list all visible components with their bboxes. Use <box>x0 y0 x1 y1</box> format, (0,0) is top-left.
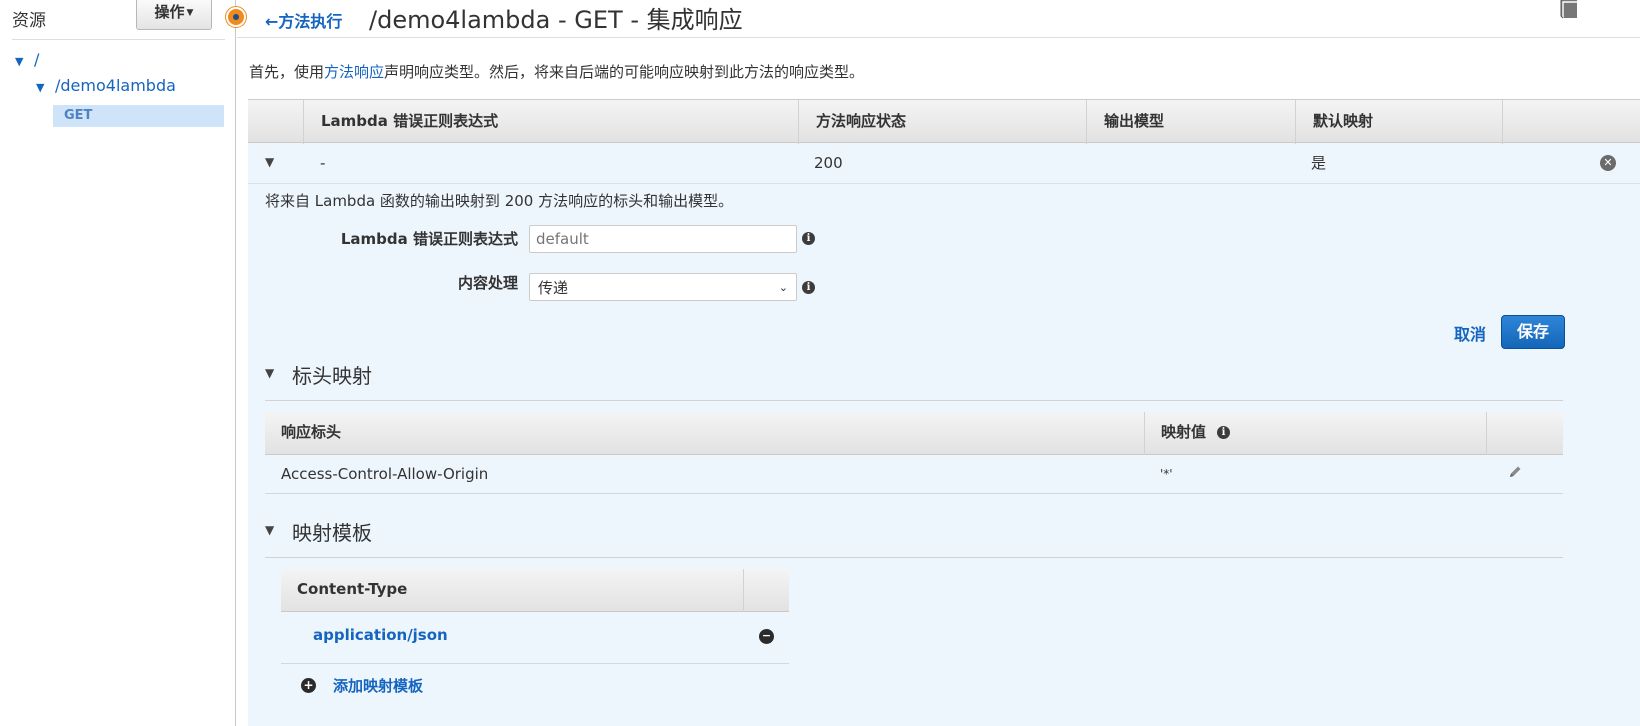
column-header-lambda-regex: Lambda 错误正则表达式 <box>303 100 798 144</box>
row-default: 是 <box>1311 154 1327 172</box>
actions-label: 操作 <box>154 3 185 21</box>
column-header-response-header: 响应标头 <box>281 423 342 441</box>
mapping-description: 将来自 Lambda 函数的输出映射到 200 方法响应的标头和输出模型。 <box>265 192 734 210</box>
table-header: Content-Type <box>281 569 789 612</box>
title-bar: ←方法执行 /demo4lambda - GET - 集成响应 <box>237 0 1640 38</box>
plus-icon: + <box>301 678 316 693</box>
column-header-content-type: Content-Type <box>297 580 408 598</box>
collapse-icon[interactable]: ▼ <box>265 366 274 380</box>
sidebar-title: 资源 <box>12 11 46 31</box>
mapping-templates-section[interactable]: ▼ 映射模板 <box>265 512 1563 558</box>
content-type-link[interactable]: application/json <box>313 626 448 644</box>
caret-down-icon: ▼ <box>186 7 194 18</box>
remove-response-icon[interactable]: ✕ <box>1600 155 1616 171</box>
table-row[interactable]: ▼ - 200 是 ✕ <box>248 143 1640 184</box>
mapping-value: '*' <box>1160 467 1173 481</box>
header-spacer <box>1486 412 1563 455</box>
cancel-button[interactable]: 取消 <box>1454 321 1486 345</box>
header-spacer <box>248 100 303 144</box>
resources-sidebar: 资源 操作 ▼ ▼ / ▼ /demo4lambda GET <box>0 0 236 726</box>
remove-template-icon[interactable]: − <box>759 629 774 644</box>
header-mappings-table: 响应标头 映射值 i Access-Control-Allow-Origin '… <box>265 412 1563 494</box>
info-icon[interactable]: i <box>802 281 815 294</box>
table-row[interactable]: application/json − <box>281 612 789 664</box>
tree-expand-icon[interactable]: ▼ <box>15 55 23 68</box>
info-icon[interactable]: i <box>802 232 815 245</box>
collapse-icon[interactable]: ▼ <box>265 523 274 537</box>
tree-item-get[interactable]: GET <box>53 105 224 127</box>
header-mappings-section[interactable]: ▼ 标头映射 <box>265 355 1563 401</box>
info-icon[interactable]: i <box>1217 426 1230 439</box>
actions-dropdown-button[interactable]: 操作 ▼ <box>136 0 212 30</box>
collapse-icon[interactable]: ▼ <box>265 155 274 169</box>
book-icon[interactable] <box>1556 0 1582 20</box>
header-mappings-title: 标头映射 <box>292 364 372 388</box>
intro-text: 首先，使用方法响应声明响应类型。然后，将来自后端的可能响应映射到此方法的响应类型… <box>249 63 865 81</box>
tree-item-root[interactable]: / <box>34 50 39 69</box>
column-header-model: 输出模型 <box>1086 100 1295 144</box>
lambda-regex-label: Lambda 错误正则表达式 <box>340 230 518 248</box>
content-handling-label: 内容处理 <box>457 274 518 292</box>
table-header: 响应标头 映射值 i <box>265 412 1563 455</box>
column-header-status: 方法响应状态 <box>798 100 1086 144</box>
content-handling-select[interactable]: 传递 ⌄ <box>529 273 797 301</box>
save-button[interactable]: 保存 <box>1501 315 1565 349</box>
chevron-down-icon: ⌄ <box>778 281 788 294</box>
sidebar-header: 资源 操作 ▼ <box>12 0 225 40</box>
integration-response-table: Lambda 错误正则表达式 方法响应状态 输出模型 默认映射 ▼ - 200 … <box>248 99 1640 726</box>
table-header: Lambda 错误正则表达式 方法响应状态 输出模型 默认映射 <box>248 99 1640 144</box>
main-content: ←方法执行 /demo4lambda - GET - 集成响应 首先，使用方法响… <box>237 0 1640 726</box>
arrow-left-icon: ← <box>265 12 279 31</box>
tree-item-demo4lambda[interactable]: /demo4lambda <box>55 76 176 95</box>
back-to-method-execution-link[interactable]: ←方法执行 <box>265 8 342 32</box>
row-regex: - <box>320 154 326 172</box>
column-header-mapping-value: 映射值 i <box>1144 412 1486 455</box>
row-status: 200 <box>814 154 843 172</box>
mapping-templates-table: Content-Type application/json − <box>281 569 789 664</box>
response-header-name: Access-Control-Allow-Origin <box>281 465 489 483</box>
column-divider <box>743 569 744 612</box>
header-spacer <box>1502 100 1640 144</box>
lambda-regex-input[interactable] <box>529 225 797 253</box>
page-title: /demo4lambda - GET - 集成响应 <box>369 6 743 34</box>
method-response-link[interactable]: 方法响应 <box>324 63 384 81</box>
tree-expand-icon[interactable]: ▼ <box>36 81 44 94</box>
mapping-templates-title: 映射模板 <box>292 521 372 545</box>
column-header-default: 默认映射 <box>1295 100 1502 144</box>
pencil-icon[interactable] <box>1507 464 1523 480</box>
